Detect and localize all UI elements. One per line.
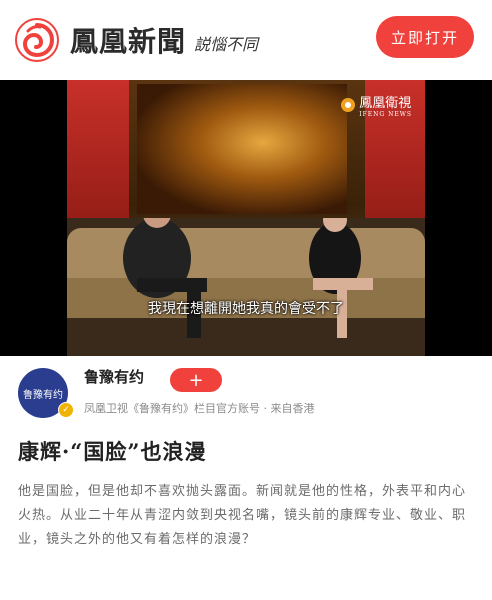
- avatar-label: 鲁豫有约: [23, 389, 63, 401]
- verified-badge-icon: ✓: [58, 402, 74, 418]
- open-app-button[interactable]: 立即打开: [376, 16, 474, 58]
- author-description: 凤凰卫视《鲁豫有约》栏目官方账号 · 来自香港: [84, 402, 315, 415]
- watermark-subtext: IFENG NEWS: [359, 111, 412, 118]
- brand-logo: 鳳凰新聞 説惱不同: [14, 17, 258, 63]
- phoenix-logo-icon: [15, 18, 59, 62]
- app-header: 鳳凰新聞 説惱不同 立即打开: [0, 0, 492, 80]
- author-bar: 鲁豫有约 ✓ 鲁豫有约 + 凤凰卫视《鲁豫有约》栏目官方账号 · 来自香港: [0, 356, 492, 426]
- article-body: 他是国脸，但是他却不喜欢抛头露面。新闻就是他的性格，外表平和内心火热。从业二十年…: [18, 484, 467, 547]
- author-name[interactable]: 鲁豫有约: [84, 366, 144, 387]
- studio-backdrop: [137, 84, 347, 214]
- watermark-text: 鳳凰衛視: [359, 96, 412, 111]
- video-player[interactable]: 鳳凰衛視 IFENG NEWS 我現在想離開她我真的會受不了: [0, 80, 492, 356]
- brand-slogan: 説惱不同: [194, 35, 259, 54]
- channel-watermark: 鳳凰衛視 IFENG NEWS: [340, 92, 412, 118]
- follow-button[interactable]: +: [170, 368, 222, 392]
- brand-name: 鳳凰新聞: [70, 25, 187, 58]
- article-title: 康辉·“国脸”也浪漫: [18, 439, 207, 464]
- studio-sofa: [67, 218, 425, 356]
- video-subtitle: 我現在想離開她我真的會受不了: [148, 301, 344, 317]
- phoenix-watermark-icon: [341, 98, 356, 112]
